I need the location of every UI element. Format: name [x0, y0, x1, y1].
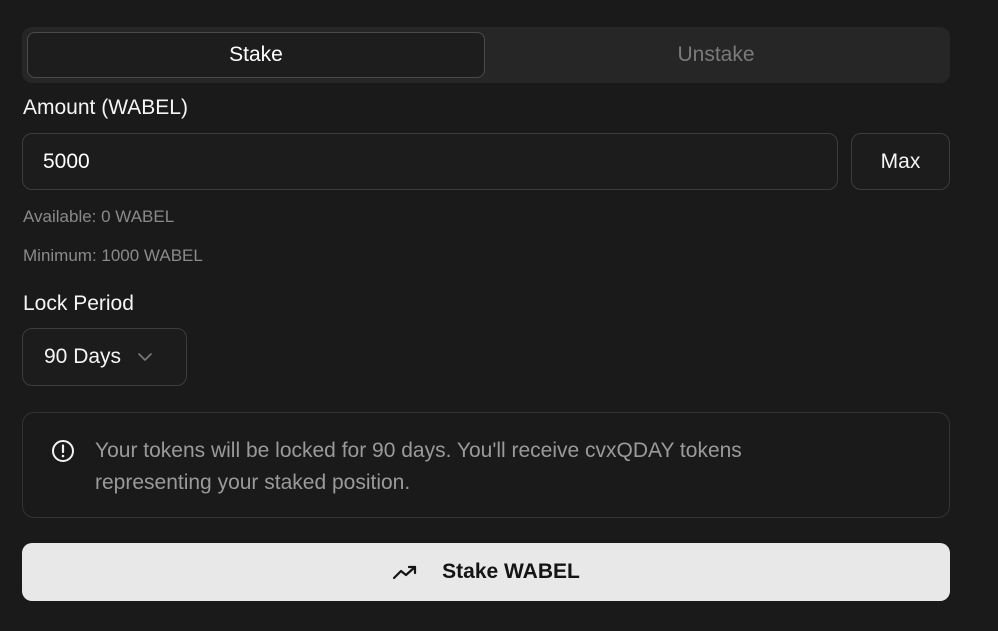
- lock-period-label: Lock Period: [23, 292, 134, 315]
- amount-label: Amount (WABEL): [23, 96, 188, 119]
- lock-notice-text: Your tokens will be locked for 90 days. …: [95, 439, 742, 494]
- info-circle-icon: [51, 439, 75, 463]
- amount-input[interactable]: [22, 133, 838, 190]
- stake-wabel-label: Stake WABEL: [442, 560, 580, 583]
- trending-up-icon: [392, 559, 418, 585]
- lock-period-value: 90 Days: [44, 345, 122, 368]
- chevron-down-icon: [137, 349, 153, 365]
- stake-unstake-tabs: Stake Unstake: [22, 27, 950, 83]
- stake-wabel-button[interactable]: Stake WABEL: [22, 543, 950, 601]
- staking-panel: Stake Unstake Amount (WABEL) Max Availab…: [0, 0, 998, 631]
- available-balance: Available: 0 WABEL: [23, 207, 175, 226]
- tab-unstake-label: Unstake: [677, 43, 755, 66]
- max-button[interactable]: Max: [851, 133, 950, 190]
- lock-period-select[interactable]: 90 Days: [22, 328, 187, 386]
- minimum-amount: Minimum: 1000 WABEL: [23, 246, 203, 265]
- tab-unstake[interactable]: Unstake: [487, 32, 945, 78]
- max-button-label: Max: [880, 149, 921, 173]
- tab-stake[interactable]: Stake: [27, 32, 485, 78]
- lock-notice: Your tokens will be locked for 90 days. …: [22, 412, 950, 518]
- tab-stake-label: Stake: [229, 43, 283, 66]
